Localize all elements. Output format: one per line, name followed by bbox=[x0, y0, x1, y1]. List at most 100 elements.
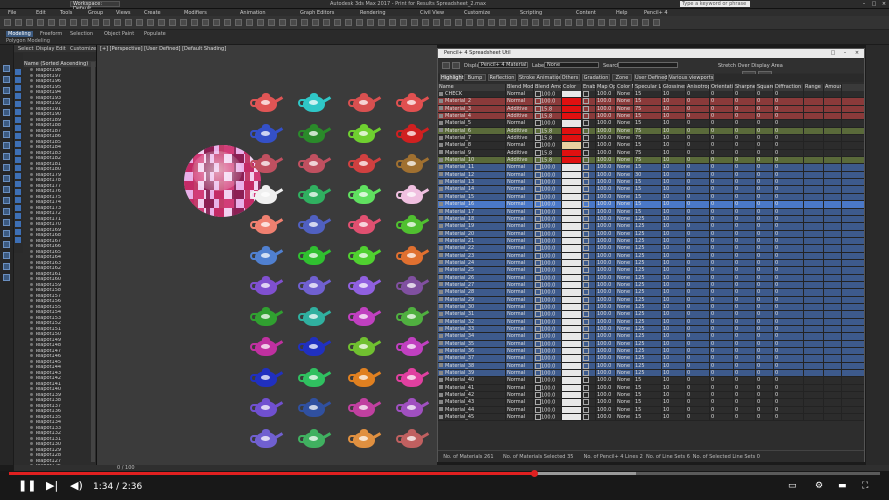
table-cell[interactable] bbox=[804, 230, 824, 237]
table-cell[interactable]: 0 bbox=[710, 259, 734, 267]
command-icon[interactable] bbox=[3, 197, 10, 204]
table-cell[interactable]: 0 bbox=[756, 113, 774, 120]
table-cell[interactable]: 0 bbox=[774, 355, 804, 362]
table-cell[interactable] bbox=[804, 399, 824, 406]
table-cell[interactable]: 0 bbox=[710, 237, 734, 245]
table-cell[interactable] bbox=[804, 201, 824, 208]
table-cell[interactable]: Material_11 bbox=[438, 164, 506, 171]
visibility-icon[interactable] bbox=[30, 145, 33, 148]
table-cell[interactable] bbox=[562, 333, 582, 340]
table-cell[interactable]: 0 bbox=[734, 127, 756, 135]
table-cell[interactable]: 0 bbox=[774, 296, 804, 303]
table-cell[interactable] bbox=[582, 318, 596, 325]
table-cell[interactable]: 100.0 bbox=[596, 120, 616, 127]
table-cell[interactable] bbox=[804, 91, 824, 98]
teapot[interactable] bbox=[297, 245, 332, 266]
table-cell[interactable]: 125 bbox=[634, 215, 662, 223]
teapot[interactable] bbox=[395, 306, 430, 327]
table-cell[interactable]: 100.0 bbox=[596, 230, 616, 237]
table-cell[interactable] bbox=[582, 223, 596, 230]
table-cell[interactable]: 10 bbox=[662, 193, 686, 201]
filter-icon[interactable] bbox=[15, 133, 21, 139]
table-row[interactable]: Material_45 Normal 100.0 100.0 None 15 10 0 0 0 0 0 bbox=[438, 414, 864, 422]
table-cell[interactable]: Normal bbox=[506, 303, 534, 311]
visibility-icon[interactable] bbox=[30, 84, 33, 88]
table-row[interactable]: Material_41 Normal 100.0 100.0 None 15 10 0 0 0 0 0 bbox=[438, 384, 864, 393]
table-cell[interactable]: Material_21 bbox=[438, 237, 506, 245]
explorer-column-header[interactable]: Name (Sorted Ascending) bbox=[24, 61, 96, 67]
table-cell[interactable] bbox=[804, 303, 824, 311]
visibility-icon[interactable] bbox=[30, 156, 33, 159]
table-cell[interactable]: 10 bbox=[662, 399, 686, 406]
visibility-icon[interactable] bbox=[30, 244, 33, 247]
table-cell[interactable]: 0 bbox=[686, 201, 710, 208]
table-cell[interactable]: Material_6 bbox=[438, 127, 506, 135]
table-cell[interactable]: Normal bbox=[506, 399, 534, 406]
table-cell[interactable]: Material_26 bbox=[438, 274, 506, 281]
table-cell[interactable]: 10 bbox=[662, 113, 686, 120]
table-cell[interactable]: None bbox=[616, 105, 634, 113]
table-row[interactable]: Material_14 Normal 100.0 100.0 None 15 10 0 0 0 0 0 bbox=[438, 186, 864, 194]
table-cell[interactable]: 15 bbox=[634, 414, 662, 421]
table-cell[interactable] bbox=[824, 142, 842, 149]
enable-map-checkbox[interactable] bbox=[583, 318, 589, 325]
table-cell[interactable]: 125 bbox=[634, 259, 662, 267]
table-cell[interactable]: 125 bbox=[634, 281, 662, 289]
table-cell[interactable]: 100.0 bbox=[534, 326, 562, 333]
table-cell[interactable]: None bbox=[616, 377, 634, 384]
spreadsheet-tab-stroke-animation[interactable]: Stroke Animation bbox=[518, 74, 562, 81]
table-cell[interactable]: 10 bbox=[662, 215, 686, 223]
table-cell[interactable] bbox=[582, 348, 596, 355]
spreadsheet-tab-gradation[interactable]: Gradation bbox=[582, 74, 610, 81]
table-cell[interactable]: None bbox=[616, 252, 634, 259]
table-cell[interactable]: 100.0 bbox=[534, 193, 562, 201]
enable-map-checkbox[interactable] bbox=[583, 392, 589, 399]
enable-map-checkbox[interactable] bbox=[583, 135, 589, 142]
table-cell[interactable]: 15 bbox=[634, 120, 662, 127]
table-cell[interactable]: 0 bbox=[774, 267, 804, 274]
table-cell[interactable] bbox=[824, 384, 842, 392]
table-cell[interactable]: Normal bbox=[506, 362, 534, 370]
visibility-icon[interactable] bbox=[30, 255, 33, 258]
explorer-scrollbar[interactable] bbox=[91, 62, 95, 462]
ribbon-tab-populate[interactable]: Populate bbox=[144, 31, 166, 37]
table-cell[interactable]: 15 bbox=[634, 208, 662, 215]
visibility-icon[interactable] bbox=[30, 90, 33, 93]
table-cell[interactable] bbox=[562, 113, 582, 120]
table-cell[interactable]: 0 bbox=[686, 289, 710, 296]
table-cell[interactable]: 100.0 bbox=[596, 326, 616, 333]
table-cell[interactable]: 0 bbox=[756, 399, 774, 406]
visibility-icon[interactable] bbox=[30, 337, 33, 341]
visibility-icon[interactable] bbox=[30, 161, 33, 165]
table-cell[interactable]: 15 bbox=[634, 399, 662, 406]
table-cell[interactable]: Normal bbox=[506, 289, 534, 296]
table-cell[interactable]: 0 bbox=[756, 274, 774, 281]
table-cell[interactable] bbox=[824, 98, 842, 105]
table-cell[interactable]: 10 bbox=[662, 326, 686, 333]
table-cell[interactable]: 0 bbox=[710, 223, 734, 230]
table-cell[interactable]: 100.0 bbox=[596, 142, 616, 149]
table-cell[interactable] bbox=[582, 149, 596, 157]
table-cell[interactable]: Normal bbox=[506, 120, 534, 127]
table-cell[interactable] bbox=[824, 311, 842, 318]
enable-map-checkbox[interactable] bbox=[583, 179, 589, 186]
refresh-icon[interactable] bbox=[442, 62, 450, 69]
table-cell[interactable]: Material_45 bbox=[438, 414, 506, 421]
filter-icon[interactable] bbox=[15, 205, 21, 211]
label-dropdown[interactable]: None bbox=[544, 62, 599, 68]
table-cell[interactable]: None bbox=[616, 98, 634, 105]
table-cell[interactable]: Material_27 bbox=[438, 281, 506, 289]
teapot[interactable] bbox=[297, 93, 332, 113]
table-cell[interactable]: 15.8 bbox=[534, 135, 562, 142]
table-cell[interactable]: 0 bbox=[686, 274, 710, 281]
table-cell[interactable] bbox=[804, 384, 824, 392]
table-cell[interactable]: Material_32 bbox=[438, 318, 506, 325]
toolbar-tool-icon[interactable] bbox=[389, 19, 396, 26]
teapot[interactable] bbox=[249, 215, 284, 235]
table-cell[interactable]: Normal bbox=[506, 296, 534, 303]
table-cell[interactable]: 0 bbox=[710, 274, 734, 281]
table-cell[interactable]: 0 bbox=[734, 171, 756, 179]
table-cell[interactable] bbox=[804, 340, 824, 348]
table-cell[interactable]: 0 bbox=[686, 348, 710, 355]
teapot[interactable] bbox=[249, 337, 284, 357]
